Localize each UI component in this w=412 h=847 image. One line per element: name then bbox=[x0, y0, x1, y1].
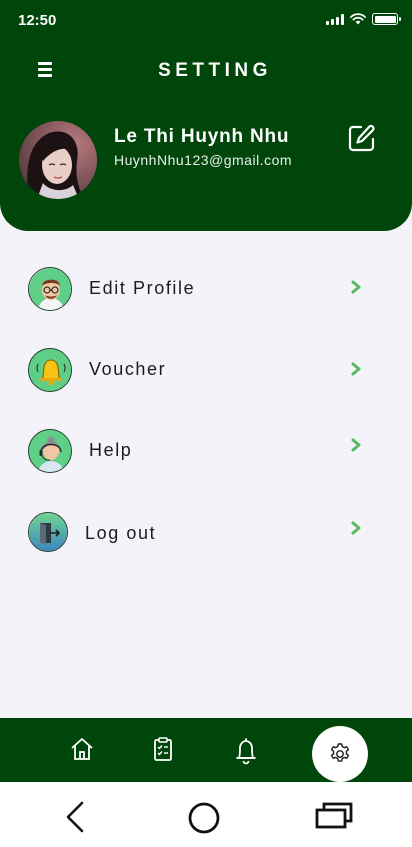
signal-icon bbox=[326, 13, 344, 25]
support-agent-icon bbox=[28, 429, 72, 473]
menu-label-help: Help bbox=[89, 440, 133, 460]
back-icon[interactable] bbox=[62, 800, 86, 834]
home-icon[interactable] bbox=[67, 734, 97, 764]
header: 12:50 SETTING Le Thi Huynh Nhu HuynhNhu1… bbox=[0, 0, 412, 231]
status-bar: 12:50 bbox=[0, 0, 412, 40]
chevron-right-icon bbox=[351, 438, 361, 452]
person-glasses-icon bbox=[28, 267, 72, 311]
status-icons bbox=[326, 13, 401, 25]
chevron-right-icon bbox=[351, 521, 361, 535]
avatar[interactable] bbox=[19, 121, 97, 199]
menu-label-edit-profile: Edit Profile bbox=[89, 278, 196, 298]
battery-fill bbox=[374, 15, 396, 23]
menu-item-edit-profile[interactable]: Edit Profile bbox=[28, 267, 368, 311]
bottom-nav bbox=[0, 718, 412, 783]
clipboard-list-icon[interactable] bbox=[148, 734, 178, 764]
avatar-photo bbox=[19, 121, 97, 199]
menu-item-help[interactable]: Help bbox=[28, 429, 368, 473]
menu-label-voucher: Voucher bbox=[89, 359, 167, 379]
chevron-right-icon bbox=[351, 362, 361, 376]
home-circle-icon[interactable] bbox=[187, 801, 221, 835]
settings-gear-icon bbox=[330, 743, 350, 762]
nav-settings-button[interactable] bbox=[312, 726, 368, 782]
menu-item-log-out[interactable]: Log out bbox=[28, 512, 368, 556]
wifi-icon bbox=[350, 13, 366, 25]
settings-screen: 12:50 SETTING Le Thi Huynh Nhu HuynhNhu1… bbox=[0, 0, 412, 847]
recent-apps-icon[interactable] bbox=[314, 800, 354, 830]
menu-label-log-out: Log out bbox=[85, 523, 157, 543]
user-name: Le Thi Huynh Nhu bbox=[114, 126, 290, 147]
system-nav-bar bbox=[0, 782, 412, 847]
menu-item-voucher[interactable]: Voucher bbox=[28, 348, 368, 392]
status-time: 12:50 bbox=[18, 12, 57, 29]
battery-icon bbox=[372, 13, 401, 25]
logout-door-icon bbox=[28, 512, 68, 552]
chevron-right-icon bbox=[351, 280, 361, 294]
bell-icon bbox=[28, 348, 72, 392]
edit-square-icon[interactable] bbox=[347, 123, 377, 153]
bell-icon[interactable] bbox=[231, 736, 261, 766]
user-email: HuynhNhu123@gmail.com bbox=[114, 152, 293, 168]
page-title: SETTING bbox=[158, 60, 272, 81]
